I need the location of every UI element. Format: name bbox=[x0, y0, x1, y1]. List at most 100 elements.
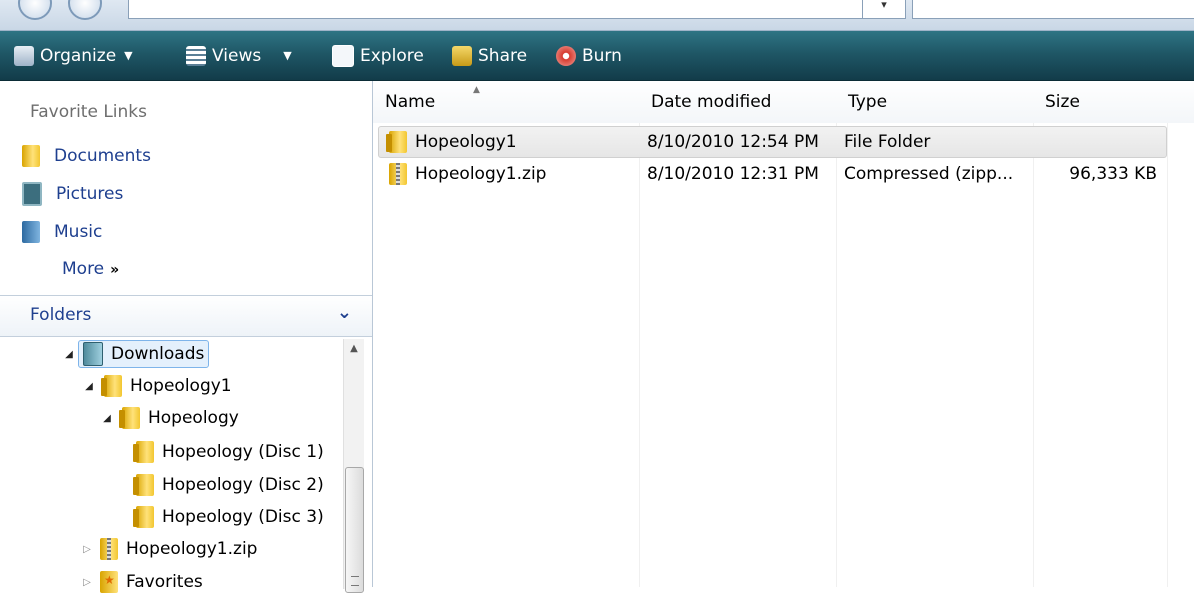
collapse-arrow-icon[interactable]: ▷ bbox=[80, 577, 94, 588]
zip-folder-icon bbox=[389, 163, 407, 185]
share-button[interactable]: Share bbox=[452, 31, 527, 80]
file-name-cell: Hopeology1.zip bbox=[389, 159, 639, 189]
navigation-pane: Favorite Links Documents Pictures Music … bbox=[0, 81, 373, 593]
column-header-filler bbox=[1167, 81, 1194, 123]
file-date: 8/10/2010 12:54 PM bbox=[647, 132, 819, 152]
organize-label: Organize bbox=[40, 45, 117, 66]
tree-item-hopeology1-zip[interactable]: ▷ Hopeology1.zip bbox=[80, 534, 257, 564]
tree-item-hopeology-disc3[interactable]: Hopeology (Disc 3) bbox=[132, 502, 324, 532]
file-list-pane: Name ▲ Date modified Type Size Hopeology… bbox=[373, 81, 1194, 587]
column-header-label: Name bbox=[385, 92, 436, 112]
favorite-link-documents[interactable]: Documents bbox=[22, 141, 151, 171]
tree-item-favorites[interactable]: ▷ Favorites bbox=[80, 567, 203, 597]
favorite-links-header: Favorite Links bbox=[30, 102, 148, 122]
file-type: File Folder bbox=[844, 132, 931, 152]
share-label: Share bbox=[478, 45, 528, 66]
more-links-button[interactable]: More » bbox=[62, 259, 119, 279]
pictures-folder-icon bbox=[22, 182, 42, 206]
tree-item-hopeology1[interactable]: ◢ Hopeology1 bbox=[82, 371, 232, 401]
expand-arrow-icon[interactable]: ◢ bbox=[62, 349, 76, 360]
tree-item-label: Hopeology (Disc 1) bbox=[162, 442, 324, 462]
views-label: Views bbox=[212, 45, 262, 66]
tree-item-downloads[interactable]: ◢ Downloads bbox=[62, 339, 210, 369]
more-label: More bbox=[62, 259, 105, 279]
double-chevron-right-icon: » bbox=[110, 262, 120, 278]
file-name: Hopeology1 bbox=[415, 132, 517, 152]
folder-icon bbox=[119, 407, 140, 429]
file-type: Compressed (zipp... bbox=[844, 164, 1014, 184]
share-icon bbox=[452, 45, 472, 66]
chevron-down-icon: ⌄ bbox=[336, 302, 352, 323]
tree-item-label: Favorites bbox=[126, 572, 203, 592]
column-header-date[interactable]: Date modified bbox=[639, 81, 837, 123]
tree-item-label: Downloads bbox=[111, 344, 205, 364]
documents-folder-icon bbox=[22, 145, 40, 167]
views-button[interactable]: Views ▼ bbox=[186, 31, 292, 80]
chevron-down-icon: ▼ bbox=[124, 49, 133, 62]
favorite-link-label: Music bbox=[54, 222, 103, 242]
selected-tree-item: Downloads bbox=[78, 340, 210, 368]
file-date-cell: 8/10/2010 12:31 PM bbox=[647, 159, 837, 189]
explore-icon bbox=[332, 44, 354, 67]
views-icon bbox=[186, 45, 206, 66]
column-header-type[interactable]: Type bbox=[836, 81, 1034, 123]
file-name-cell: Hopeology1 bbox=[386, 127, 639, 157]
folder-icon bbox=[101, 375, 122, 397]
column-divider bbox=[1167, 123, 1168, 587]
chevron-down-icon: ▼ bbox=[283, 49, 292, 62]
column-header-label: Date modified bbox=[651, 92, 772, 112]
command-toolbar: Organize ▼ Views ▼ Explore Share Burn bbox=[0, 31, 1194, 81]
column-header-size[interactable]: Size bbox=[1033, 81, 1168, 123]
column-divider bbox=[1033, 123, 1034, 587]
expand-arrow-icon[interactable]: ◢ bbox=[82, 381, 96, 392]
file-row[interactable]: Hopeology1 8/10/2010 12:54 PM File Folde… bbox=[378, 126, 1167, 158]
folder-icon bbox=[133, 474, 154, 496]
folder-icon bbox=[133, 441, 154, 463]
folders-header[interactable]: Folders ⌄ bbox=[0, 295, 372, 337]
collapse-arrow-icon[interactable]: ▷ bbox=[80, 544, 94, 555]
folders-header-label: Folders bbox=[30, 305, 92, 325]
column-divider bbox=[639, 123, 640, 587]
favorite-link-pictures[interactable]: Pictures bbox=[22, 179, 123, 209]
burn-button[interactable]: Burn bbox=[556, 31, 622, 80]
zip-folder-icon bbox=[100, 538, 118, 560]
scroll-up-arrow-icon[interactable]: ▲ bbox=[344, 339, 364, 359]
downloads-folder-icon bbox=[83, 342, 103, 366]
folder-icon bbox=[133, 506, 154, 528]
file-size-cell: 96,333 KB bbox=[1041, 159, 1157, 189]
tree-item-hopeology-disc2[interactable]: Hopeology (Disc 2) bbox=[132, 470, 324, 500]
file-type-cell: Compressed (zipp... bbox=[844, 159, 1034, 189]
address-bar[interactable] bbox=[128, 0, 906, 19]
back-button[interactable] bbox=[18, 0, 52, 20]
expand-arrow-icon[interactable]: ◢ bbox=[100, 413, 114, 424]
explore-button[interactable]: Explore bbox=[332, 31, 424, 80]
tree-item-label: Hopeology (Disc 3) bbox=[162, 507, 324, 527]
organize-button[interactable]: Organize ▼ bbox=[14, 31, 133, 80]
forward-button[interactable] bbox=[68, 0, 102, 20]
file-size: 96,333 KB bbox=[1069, 164, 1157, 184]
folder-icon bbox=[386, 131, 407, 153]
column-header-label: Type bbox=[848, 92, 888, 112]
organize-icon bbox=[14, 45, 34, 66]
explore-label: Explore bbox=[360, 45, 424, 66]
file-row[interactable]: Hopeology1.zip 8/10/2010 12:31 PM Compre… bbox=[378, 159, 1165, 189]
tree-item-hopeology-disc1[interactable]: Hopeology (Disc 1) bbox=[132, 437, 324, 467]
address-dropdown-button[interactable]: ▾ bbox=[862, 0, 905, 18]
file-name: Hopeology1.zip bbox=[415, 164, 547, 184]
favorite-link-music[interactable]: Music bbox=[22, 217, 102, 247]
grip-icon bbox=[351, 576, 359, 586]
file-type-cell: File Folder bbox=[844, 127, 1034, 157]
file-date-cell: 8/10/2010 12:54 PM bbox=[647, 127, 837, 157]
column-divider bbox=[836, 123, 837, 587]
tree-item-label: Hopeology bbox=[148, 408, 239, 428]
tree-item-label: Hopeology1.zip bbox=[126, 539, 258, 559]
favorite-link-label: Documents bbox=[54, 146, 151, 166]
music-folder-icon bbox=[22, 221, 40, 243]
column-header-name[interactable]: Name ▲ bbox=[373, 81, 640, 123]
sort-ascending-icon: ▲ bbox=[473, 85, 480, 95]
tree-item-hopeology[interactable]: ◢ Hopeology bbox=[100, 403, 239, 433]
column-header-label: Size bbox=[1045, 92, 1080, 112]
tree-scrollbar[interactable]: ▲ bbox=[343, 339, 364, 593]
scrollbar-thumb[interactable] bbox=[345, 467, 364, 593]
search-input[interactable] bbox=[912, 0, 1194, 19]
